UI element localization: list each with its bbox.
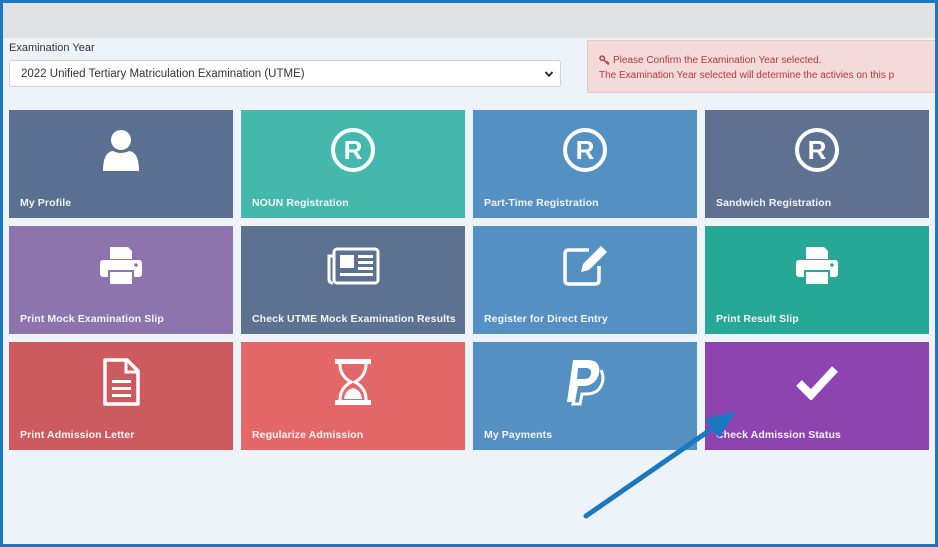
pointer-arrow-annotation bbox=[583, 411, 736, 519]
